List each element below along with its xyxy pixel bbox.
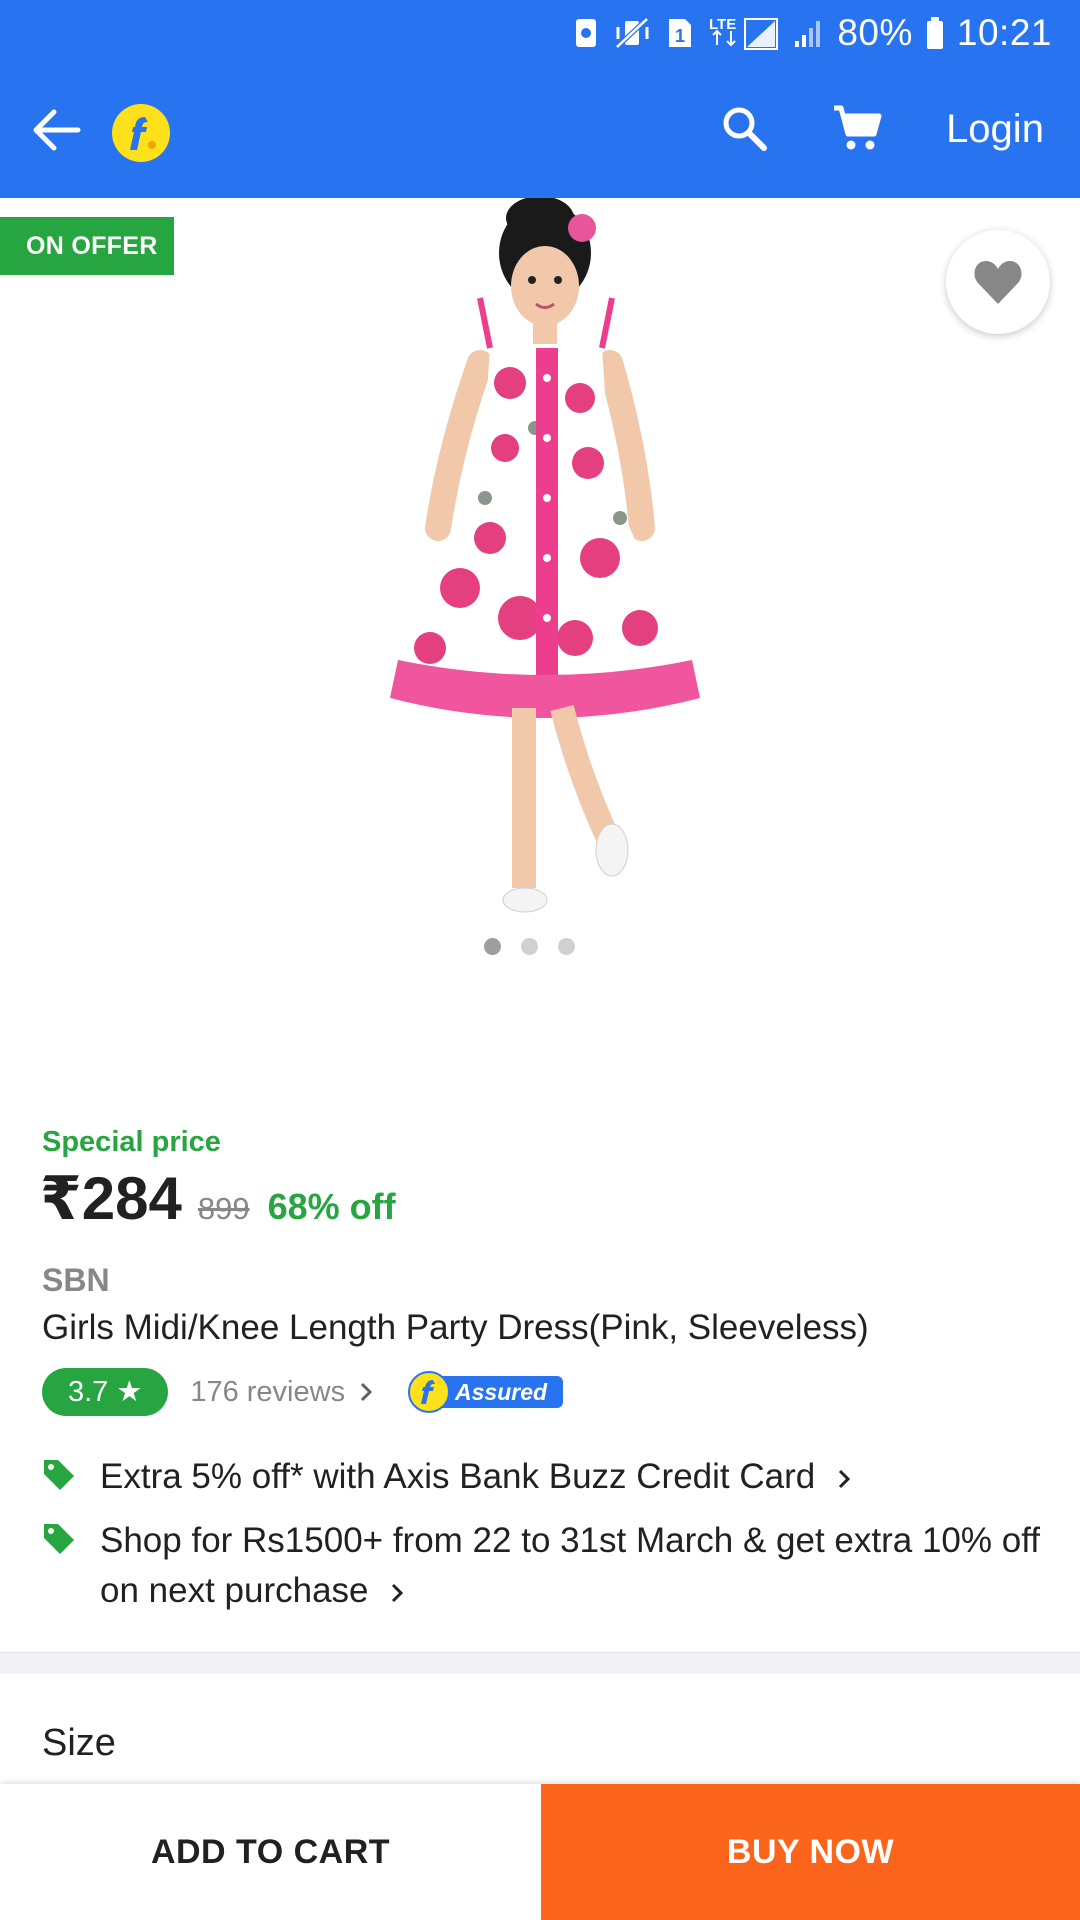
battery-icon bbox=[925, 13, 945, 53]
back-arrow-icon bbox=[33, 109, 81, 151]
price-row: ₹284 899 68% off bbox=[40, 1164, 396, 1234]
girl-dress-illustration bbox=[390, 196, 700, 913]
add-to-cart-button[interactable]: ADD TO CART bbox=[0, 1784, 541, 1920]
heart-icon bbox=[974, 261, 1022, 304]
on-offer-badge: ON OFFER bbox=[0, 217, 174, 275]
flipkart-assured-badge: Assured bbox=[407, 1370, 565, 1414]
cart-icon bbox=[834, 105, 882, 150]
login-button[interactable]: Login bbox=[930, 100, 1060, 158]
sim-slot-number: 1 bbox=[675, 26, 685, 46]
purchase-offer[interactable]: Shop for Rs1500+ from 22 to 31st March &… bbox=[42, 1516, 1052, 1616]
carousel-dot-2[interactable] bbox=[521, 938, 538, 955]
image-carousel-dots[interactable] bbox=[484, 938, 575, 955]
star-icon: ★ bbox=[116, 1376, 143, 1408]
vibrate-mute-icon bbox=[613, 13, 653, 53]
offer-tag-icon bbox=[44, 1524, 74, 1554]
back-button[interactable] bbox=[24, 98, 88, 162]
discount-percent: 68% off bbox=[267, 1186, 396, 1227]
status-time: 10:21 bbox=[956, 12, 1052, 53]
original-price: 899 bbox=[197, 1191, 250, 1226]
battery-percent: 80% bbox=[837, 12, 913, 53]
carousel-dot-1[interactable] bbox=[484, 938, 501, 955]
current-price: ₹284 bbox=[40, 1165, 182, 1232]
reviews-link[interactable]: 176 reviews bbox=[190, 1376, 373, 1409]
data-saver-icon bbox=[571, 13, 601, 53]
offer-text: Shop for Rs1500+ from 22 to 31st March &… bbox=[100, 1521, 1041, 1610]
chevron-right-icon bbox=[361, 1382, 373, 1402]
offer-tag-icon bbox=[44, 1460, 74, 1490]
assured-icon: Assured bbox=[408, 1371, 564, 1413]
offer-text: Extra 5% off* with Axis Bank Buzz Credit… bbox=[100, 1457, 816, 1496]
assured-label: Assured bbox=[454, 1379, 548, 1405]
search-icon bbox=[723, 107, 767, 151]
lte-signal-icon: LTE bbox=[707, 13, 781, 53]
section-divider bbox=[0, 1652, 1080, 1674]
size-section-heading: Size bbox=[42, 1722, 116, 1764]
cart-button[interactable] bbox=[822, 96, 892, 160]
wishlist-button[interactable] bbox=[946, 230, 1050, 334]
chevron-right-icon bbox=[392, 1583, 404, 1602]
flipkart-logo-icon bbox=[112, 104, 170, 162]
cell-signal-icon bbox=[793, 13, 825, 53]
brand-name: SBN bbox=[42, 1262, 110, 1298]
bottom-action-bar: ADD TO CART BUY NOW bbox=[0, 1784, 1080, 1920]
carousel-dot-3[interactable] bbox=[558, 938, 575, 955]
rating-value: 3.7 bbox=[68, 1376, 109, 1408]
special-price-label: Special price bbox=[42, 1126, 221, 1158]
chevron-right-icon bbox=[838, 1469, 851, 1488]
product-title: Girls Midi/Knee Length Party Dress(Pink,… bbox=[42, 1308, 869, 1347]
top-app-bar: 1 LTE 80% 10:21 bbox=[0, 0, 1080, 198]
network-type-label: LTE bbox=[709, 16, 736, 33]
product-image[interactable] bbox=[340, 196, 740, 928]
reviews-count: 176 reviews bbox=[190, 1375, 346, 1408]
status-bar: 1 LTE 80% 10:21 bbox=[0, 0, 1080, 66]
buy-now-button[interactable]: BUY NOW bbox=[541, 1784, 1080, 1920]
sim-slot-icon: 1 bbox=[665, 13, 695, 53]
rating-row: 3.7 ★ 176 reviews Assured bbox=[42, 1368, 565, 1416]
search-button[interactable] bbox=[712, 96, 776, 160]
bank-offer[interactable]: Extra 5% off* with Axis Bank Buzz Credit… bbox=[42, 1452, 1052, 1502]
flipkart-logo[interactable] bbox=[112, 104, 170, 162]
rating-badge[interactable]: 3.7 ★ bbox=[42, 1368, 169, 1416]
